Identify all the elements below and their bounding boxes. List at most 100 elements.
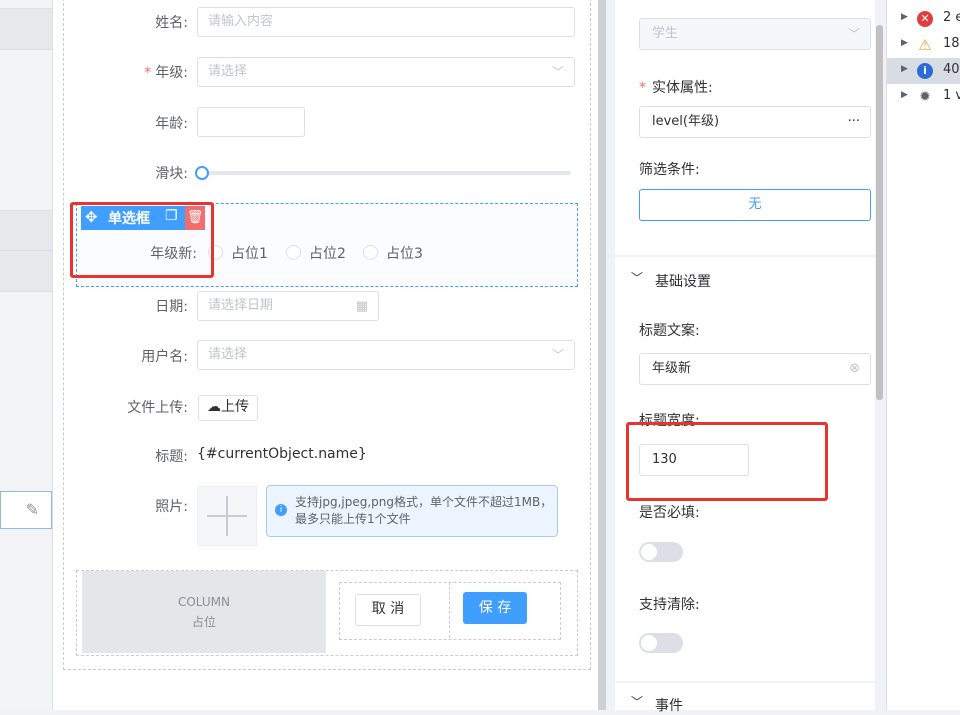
cancel-button[interactable]: 取 消 <box>355 594 421 626</box>
username-label: 用户名: <box>141 349 188 365</box>
console-row-text: 2 e <box>943 10 960 25</box>
entity-attr-value: level(年级) <box>652 114 720 129</box>
form-canvas: 姓名: 请输入内容 * 年级: 请选择 ﹀ 年龄: 滑块: ✥ 单选框 ❐ 🗑 年… <box>53 0 598 710</box>
console-row-text: 182 <box>943 36 960 51</box>
events-section-header[interactable]: ﹀ 事件 <box>615 683 875 714</box>
username-placeholder: 请选择 <box>208 347 248 362</box>
radio-option[interactable]: 占位2 <box>286 243 346 262</box>
annotation-highlight-box <box>70 202 214 278</box>
chevron-down-icon: ﹀ <box>631 695 644 709</box>
title-value: {#currentObject.name} <box>197 446 367 462</box>
photo-uploader[interactable] <box>197 486 257 546</box>
console-panel: ▶ ✕ 2 e ▶ ⚠ 182 ▶ i 40 ▶ ✹ 1 v <box>886 0 960 710</box>
annotation-highlight-box <box>626 422 828 501</box>
required-asterisk: * <box>639 80 646 96</box>
photo-label: 照片: <box>155 499 188 515</box>
filter-button[interactable]: 无 <box>639 189 871 221</box>
entity-value: 学生 <box>652 26 679 41</box>
radio-option-label: 占位3 <box>386 246 423 262</box>
date-picker[interactable]: 请选择日期 ▦ <box>197 291 379 321</box>
title-text-label: 标题文案: <box>639 323 700 339</box>
radio-circle <box>286 245 301 260</box>
console-row-verbose[interactable]: ▶ ✹ 1 v <box>887 84 960 110</box>
clearable-switch[interactable] <box>639 633 683 653</box>
entity-attr-label-text: 实体属性: <box>652 80 713 96</box>
clearable-label: 支持清除: <box>639 597 700 613</box>
scrollbar-thumb[interactable] <box>876 25 883 400</box>
entity-attr-label: * 实体属性: <box>639 77 713 97</box>
pencil-icon[interactable]: ✎ <box>26 500 39 519</box>
chevron-down-icon: ﹀ <box>551 348 564 362</box>
data-binding-card: 学生 ﹀ * 实体属性: level(年级) ··· 筛选条件: 无 <box>615 0 875 255</box>
radio-option-label: 占位1 <box>231 246 268 262</box>
age-label: 年龄: <box>155 116 188 132</box>
properties-panel: 学生 ﹀ * 实体属性: level(年级) ··· 筛选条件: 无 ﹀ 基础设置… <box>606 0 886 714</box>
clear-icon[interactable]: ⊗ <box>849 354 860 384</box>
grade-label-text: 年级: <box>155 65 188 81</box>
grade-select[interactable]: 请选择 ﹀ <box>197 57 575 87</box>
panel-splitter[interactable] <box>598 0 606 710</box>
date-label: 日期: <box>155 299 188 315</box>
chevron-down-icon: ﹀ <box>631 271 644 285</box>
save-button[interactable]: 保 存 <box>463 592 527 624</box>
chevron-down-icon: ﹀ <box>551 65 564 79</box>
title-text-value: 年级新 <box>652 361 692 376</box>
events-section-title: 事件 <box>655 698 683 714</box>
expand-arrow-icon[interactable]: ▶ <box>901 64 908 74</box>
expand-arrow-icon[interactable]: ▶ <box>901 12 908 22</box>
column-placeholder[interactable]: COLUMN 占位 <box>82 571 326 653</box>
title-text-input[interactable]: 年级新 ⊗ <box>639 353 871 385</box>
radio-option[interactable]: 占位1 <box>208 243 268 262</box>
strip-input[interactable]: ✎ <box>0 491 52 529</box>
column-placeholder-subtitle: 占位 <box>191 615 216 629</box>
upload-button-label: 上传 <box>221 399 249 415</box>
strip-row[interactable] <box>0 250 52 292</box>
entity-attr-input[interactable]: level(年级) ··· <box>639 106 871 138</box>
slider-track[interactable] <box>201 171 571 175</box>
entity-select[interactable]: 学生 ﹀ <box>639 18 871 50</box>
username-select[interactable]: 请选择 ﹀ <box>197 340 575 370</box>
date-placeholder: 请选择日期 <box>208 298 274 313</box>
console-row-text: 40 <box>943 62 960 77</box>
radio-circle <box>363 245 378 260</box>
filter-label: 筛选条件: <box>639 162 700 178</box>
title-label: 标题: <box>155 449 188 465</box>
cloud-upload-icon: ☁ <box>207 399 221 415</box>
radio-option-label: 占位2 <box>309 246 346 262</box>
error-icon: ✕ <box>917 11 933 27</box>
console-row-errors[interactable]: ▶ ✕ 2 e <box>887 6 960 32</box>
left-panel-strip: ✎ <box>0 0 53 710</box>
chevron-down-icon: ﹀ <box>847 27 860 41</box>
plus-icon-stem <box>226 496 228 536</box>
radio-option[interactable]: 占位3 <box>363 243 423 262</box>
age-input[interactable] <box>197 107 305 137</box>
photo-tip-alert: i 支持jpg,jpeg,png格式，单个文件不超过1MB，最多只能上传1个文件 <box>266 485 558 537</box>
more-icon[interactable]: ··· <box>848 107 860 137</box>
strip-row[interactable] <box>0 8 52 50</box>
name-placeholder: 请输入内容 <box>208 14 274 29</box>
strip-row[interactable] <box>0 210 52 252</box>
calendar-icon: ▦ <box>355 299 368 314</box>
grade-placeholder: 请选择 <box>208 64 248 79</box>
basic-settings-title: 基础设置 <box>655 274 711 290</box>
info-icon: i <box>275 504 287 516</box>
console-row-warnings[interactable]: ▶ ⚠ 182 <box>887 32 960 58</box>
name-input[interactable]: 请输入内容 <box>197 7 575 37</box>
upload-button[interactable]: ☁上传 <box>198 395 258 421</box>
console-row-info[interactable]: ▶ i 40 <box>887 58 960 84</box>
column-placeholder-title: COLUMN <box>177 595 231 609</box>
grade-label: * 年级: <box>93 62 188 82</box>
name-label: 姓名: <box>155 15 188 31</box>
slider-thumb[interactable] <box>195 166 209 180</box>
basic-settings-header[interactable]: ﹀ 基础设置 <box>615 257 875 304</box>
warning-icon: ⚠ <box>918 36 932 54</box>
expand-arrow-icon[interactable]: ▶ <box>901 38 908 48</box>
expand-arrow-icon[interactable]: ▶ <box>901 90 908 100</box>
upload-label: 文件上传: <box>127 400 188 416</box>
required-switch[interactable] <box>639 542 683 562</box>
required-asterisk: * <box>144 65 152 81</box>
info-icon: i <box>917 63 933 79</box>
console-row-text: 1 v <box>943 88 960 103</box>
photo-tip-text: 支持jpg,jpeg,png格式，单个文件不超过1MB，最多只能上传1个文件 <box>295 495 553 526</box>
required-label: 是否必填: <box>639 505 700 521</box>
